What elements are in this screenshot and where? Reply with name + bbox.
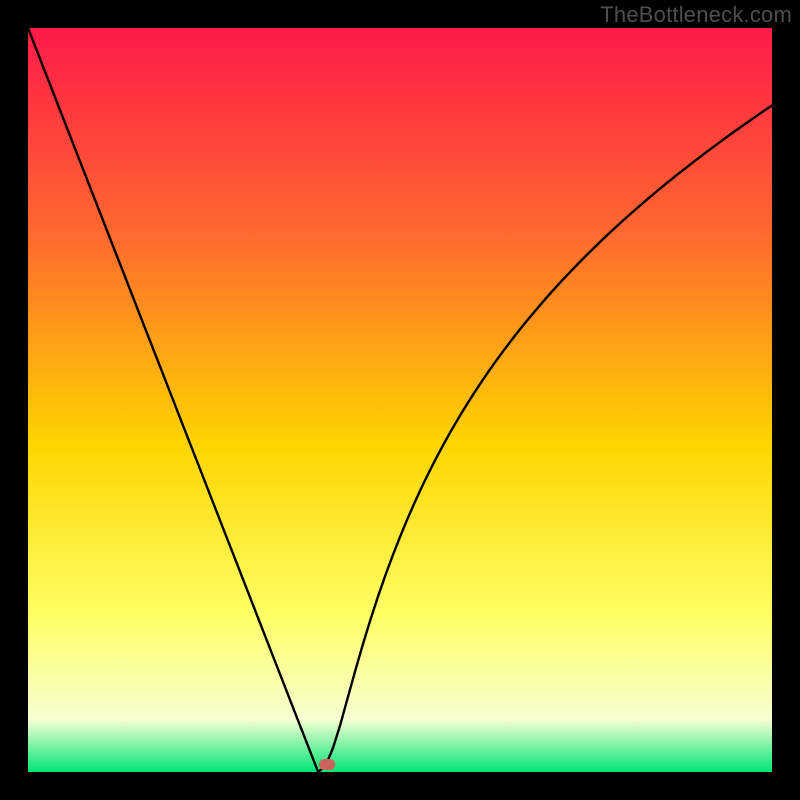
chart-frame: TheBottleneck.com — [0, 0, 800, 800]
chart-plot-area — [28, 28, 772, 772]
gradient-background — [28, 28, 772, 772]
watermark-text: TheBottleneck.com — [600, 2, 792, 28]
chart-svg — [28, 28, 772, 772]
minimum-marker — [319, 759, 335, 770]
